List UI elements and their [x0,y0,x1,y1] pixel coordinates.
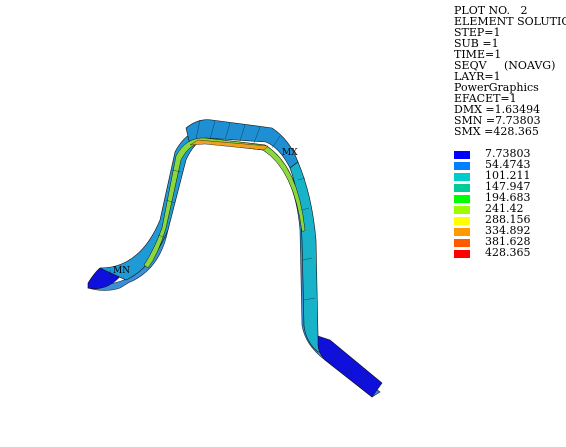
legend-swatch [454,206,470,214]
strip-inner-band [143,137,306,269]
legend-swatch [454,173,470,181]
legend-swatch [454,217,470,225]
legend-swatch [454,250,470,258]
min-marker-label: MN [113,266,130,276]
info-line: SMX =428.365 [454,125,539,138]
legend-swatch [454,184,470,192]
plot-info-block: PLOT NO. 2ELEMENT SOLUTIONSTEP=1SUB =1TI… [454,5,566,137]
legend-swatch [454,228,470,236]
legend-swatch [454,162,470,170]
legend-swatch [454,195,470,203]
curved-strip-model [87,119,383,398]
strip-region-low-right [317,335,383,398]
max-marker-label: MX [282,148,298,158]
legend-value: 428.365 [485,246,531,259]
legend-swatch [454,239,470,247]
legend-swatch [454,151,470,159]
